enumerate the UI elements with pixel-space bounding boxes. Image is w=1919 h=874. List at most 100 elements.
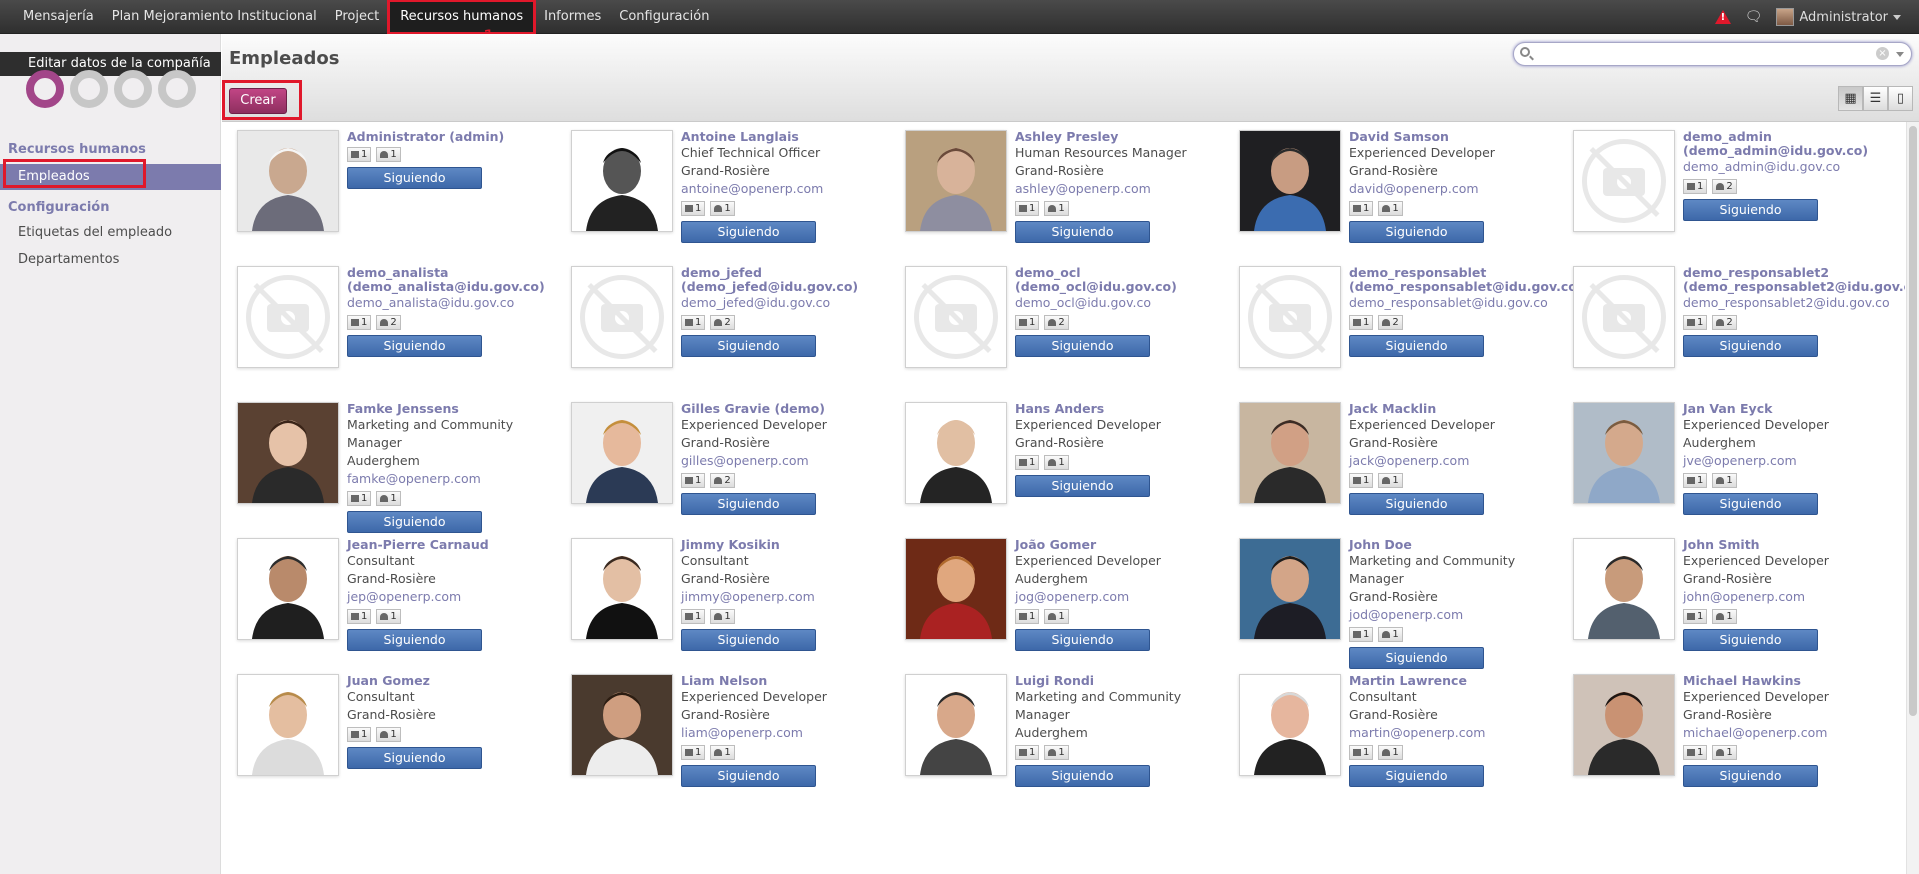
followers-count[interactable]: 2 [710,473,735,488]
followers-count[interactable]: 1 [1044,745,1069,760]
messages-count[interactable]: 1 [1683,473,1708,488]
followers-count[interactable]: 2 [1712,315,1737,330]
followers-count[interactable]: 1 [376,147,401,162]
messages-count[interactable]: 1 [1015,745,1040,760]
list-view-icon[interactable]: ☰ [1863,86,1888,111]
scrollbar-thumb[interactable] [1909,126,1917,716]
clear-icon[interactable]: × [1876,47,1889,60]
employee-email[interactable]: gilles@openerp.com [681,452,891,470]
employee-name[interactable]: Ashley Presley [1015,130,1225,144]
user-menu[interactable]: Administrator [1776,8,1901,26]
employee-email[interactable]: antoine@openerp.com [681,180,891,198]
employee-name[interactable]: Jack Macklin [1349,402,1559,416]
employee-photo[interactable] [1573,538,1675,640]
sidebar-item-departamentos[interactable]: Departamentos [0,247,221,273]
employee-email[interactable]: jve@openerp.com [1683,452,1893,470]
followers-count[interactable]: 2 [376,315,401,330]
messages-count[interactable]: 1 [1349,745,1374,760]
kanban-view-icon[interactable]: ▦ [1838,86,1863,111]
messages-count[interactable]: 1 [681,201,706,216]
messages-count[interactable]: 1 [347,315,372,330]
employee-photo[interactable] [571,130,673,232]
employee-name[interactable]: demo_jefed (demo_jefed@idu.gov.co) [681,266,891,294]
follow-button[interactable]: Siguiendo [1683,629,1818,651]
follow-button[interactable]: Siguiendo [1015,335,1150,357]
messages-count[interactable]: 1 [1683,315,1708,330]
employee-email[interactable]: famke@openerp.com [347,470,557,488]
employee-email[interactable]: demo_admin@idu.gov.co [1683,158,1893,176]
follow-button[interactable]: Siguiendo [347,167,482,189]
followers-count[interactable]: 2 [1044,315,1069,330]
employee-photo[interactable] [1239,674,1341,776]
employee-email[interactable]: liam@openerp.com [681,724,891,742]
followers-count[interactable]: 2 [1378,315,1403,330]
follow-button[interactable]: Siguiendo [347,629,482,651]
messages-count[interactable]: 1 [1683,745,1708,760]
follow-button[interactable]: Siguiendo [347,747,482,769]
follow-button[interactable]: Siguiendo [681,221,816,243]
employee-photo[interactable] [905,402,1007,504]
messages-count[interactable]: 1 [1683,179,1708,194]
messages-count[interactable]: 1 [681,609,706,624]
employee-photo[interactable] [237,402,339,504]
employee-photo[interactable] [1239,538,1341,640]
messages-count[interactable]: 1 [347,609,372,624]
employee-card[interactable]: Juan Gomez Consultant Grand-Rosière 1 1 Sigui… [225,658,559,818]
follow-button[interactable]: Siguiendo [347,335,482,357]
follow-button[interactable]: Siguiendo [1683,335,1818,357]
search-box[interactable]: × [1513,42,1912,66]
employee-email[interactable]: john@openerp.com [1683,588,1893,606]
followers-count[interactable]: 1 [1378,745,1403,760]
scrollbar[interactable] [1906,122,1919,874]
employee-email[interactable]: jack@openerp.com [1349,452,1559,470]
follow-button[interactable]: Siguiendo [1015,221,1150,243]
employee-name[interactable]: Famke Jenssens [347,402,557,416]
employee-photo[interactable] [571,674,673,776]
followers-count[interactable]: 1 [376,727,401,742]
follow-button[interactable]: Siguiendo [1683,199,1818,221]
employee-photo[interactable] [1239,130,1341,232]
employee-name[interactable]: demo_admin (demo_admin@idu.gov.co) [1683,130,1893,158]
employee-photo[interactable] [1573,674,1675,776]
employee-email[interactable]: michael@openerp.com [1683,724,1893,742]
follow-button[interactable]: Siguiendo [1349,221,1484,243]
employee-name[interactable]: demo_ocl (demo_ocl@idu.gov.co) [1015,266,1225,294]
no-photo-placeholder-icon[interactable] [905,266,1007,368]
employee-card[interactable]: Liam Nelson Experienced Developer Grand-Ro… [559,658,893,818]
employee-card[interactable]: Luigi Rondi Marketing and Community Manage… [893,658,1227,818]
chevron-down-icon[interactable] [1896,52,1904,57]
followers-count[interactable]: 1 [1044,609,1069,624]
employee-name[interactable]: David Samson [1349,130,1559,144]
menu-recursos-humanos[interactable]: Recursos humanos [387,0,537,35]
employee-photo[interactable] [571,538,673,640]
employee-name[interactable]: Hans Anders [1015,402,1225,416]
employee-name[interactable]: Jimmy Kosikin [681,538,891,552]
employee-name[interactable]: Luigi Rondi [1015,674,1225,688]
follow-button[interactable]: Siguiendo [1349,335,1484,357]
employee-name[interactable]: Martin Lawrence [1349,674,1559,688]
messages-count[interactable]: 1 [1349,201,1374,216]
employee-email[interactable]: jimmy@openerp.com [681,588,891,606]
menu-project[interactable]: Project [326,0,388,34]
messages-count[interactable]: 1 [347,727,372,742]
employee-name[interactable]: demo_analista (demo_analista@idu.gov.co) [347,266,557,294]
employee-name[interactable]: Juan Gomez [347,674,557,688]
employee-photo[interactable] [571,402,673,504]
employee-photo[interactable] [905,674,1007,776]
follow-button[interactable]: Siguiendo [681,765,816,787]
employee-name[interactable]: Jan Van Eyck [1683,402,1893,416]
messages-count[interactable]: 1 [1015,315,1040,330]
employee-name[interactable]: John Doe [1349,538,1559,552]
employee-name[interactable]: Liam Nelson [681,674,891,688]
messages-count[interactable]: 1 [681,745,706,760]
employee-name[interactable]: João Gomer [1015,538,1225,552]
employee-photo[interactable] [237,674,339,776]
followers-count[interactable]: 1 [710,745,735,760]
employee-photo[interactable] [1239,402,1341,504]
employee-email[interactable]: demo_responsablet@idu.gov.co [1349,294,1559,312]
messages-count[interactable]: 1 [1349,315,1374,330]
chat-icon[interactable]: 🗨 [1745,9,1763,25]
employee-email[interactable]: martin@openerp.com [1349,724,1559,742]
employee-name[interactable]: Gilles Gravie (demo) [681,402,891,416]
employee-name[interactable]: Administrator (admin) [347,130,557,144]
